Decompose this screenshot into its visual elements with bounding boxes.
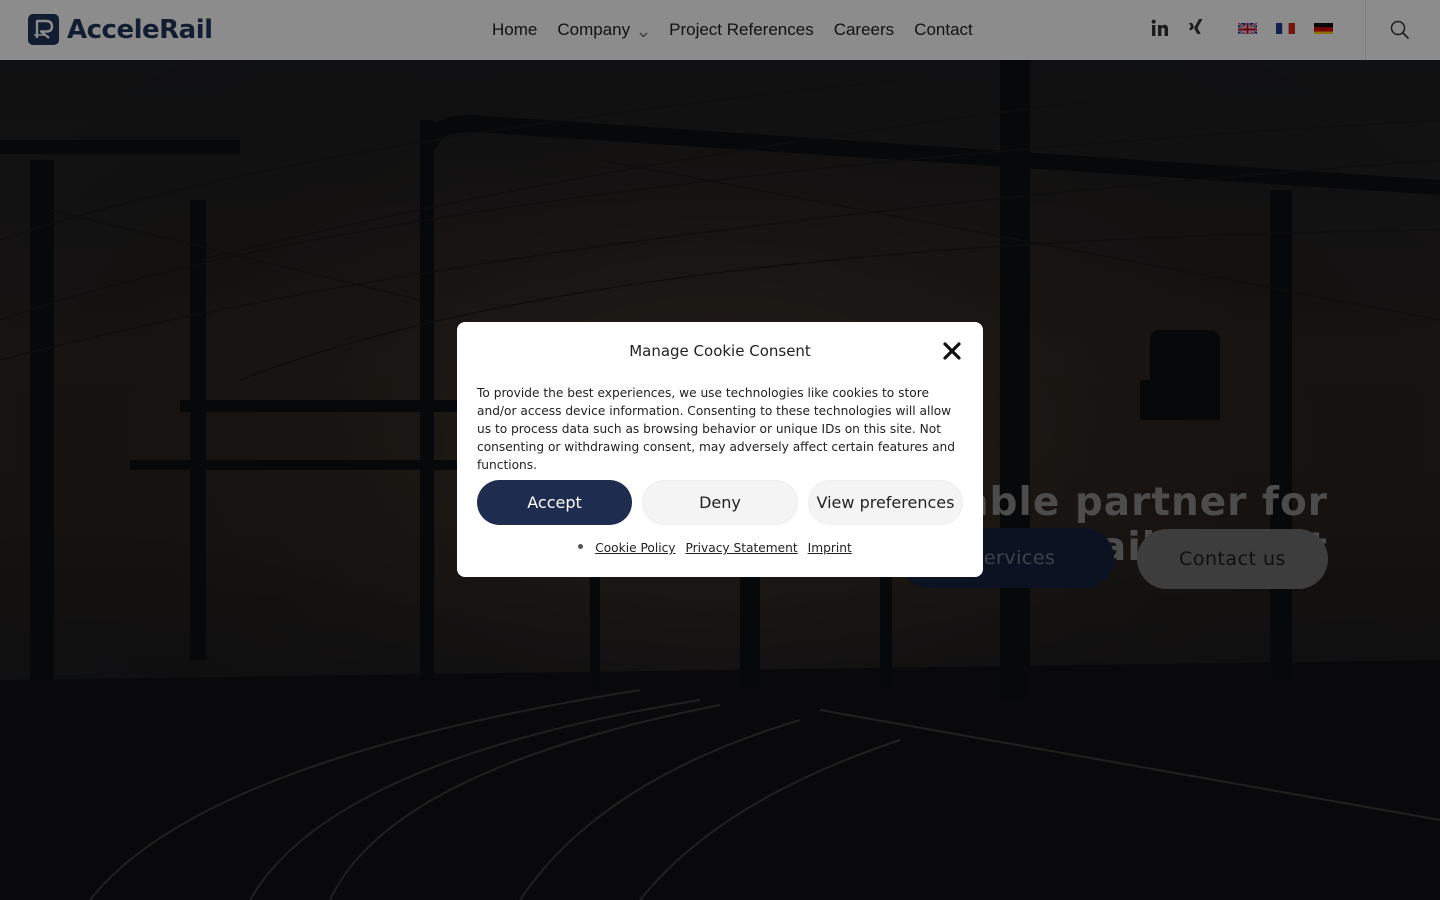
accept-button[interactable]: Accept — [477, 480, 632, 525]
cookie-policy-link[interactable]: Cookie Policy — [595, 541, 675, 555]
close-icon[interactable] — [943, 342, 961, 360]
imprint-link[interactable]: Imprint — [808, 541, 852, 555]
view-preferences-button[interactable]: View preferences — [808, 480, 963, 525]
bullet-icon — [578, 543, 584, 549]
modal-links: Cookie Policy Privacy Statement Imprint — [457, 541, 983, 555]
modal-title: Manage Cookie Consent — [629, 342, 811, 360]
deny-button[interactable]: Deny — [642, 480, 798, 525]
modal-body-text: To provide the best experiences, we use … — [477, 386, 956, 472]
cookie-consent-modal: Manage Cookie Consent To provide the bes… — [457, 322, 983, 577]
privacy-statement-link[interactable]: Privacy Statement — [686, 541, 798, 555]
